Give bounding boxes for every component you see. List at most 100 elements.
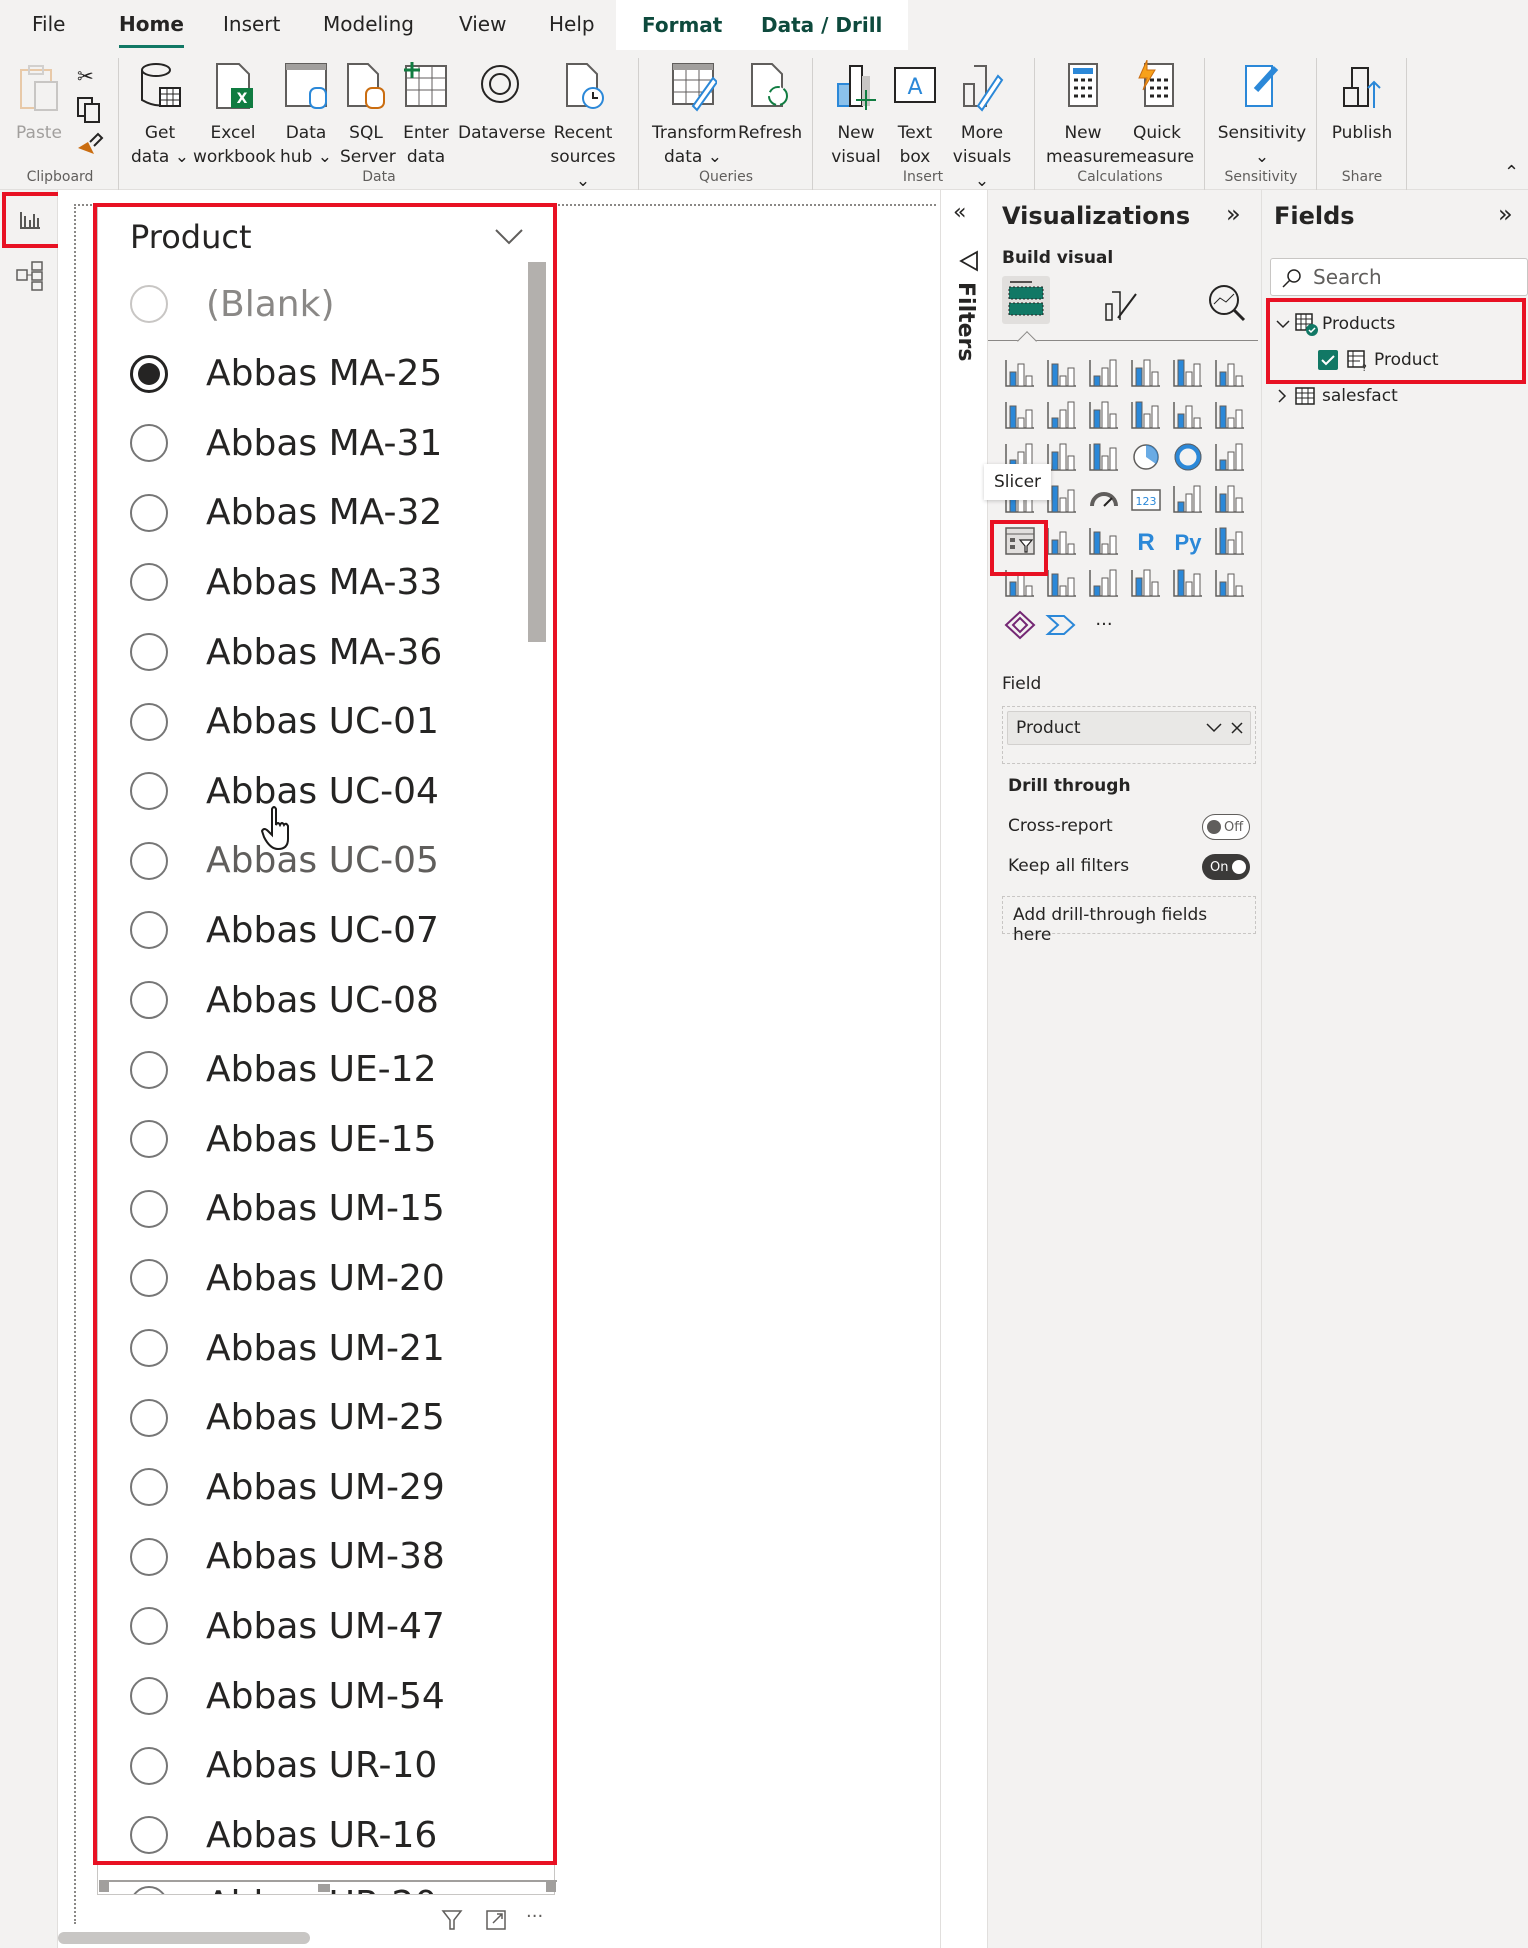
slicer-item[interactable]: Abbas UR-20 xyxy=(130,1875,437,1894)
data-hub-button[interactable]: Data hub ⌄ xyxy=(280,60,332,169)
tab-view[interactable]: View xyxy=(459,12,506,36)
tab-modeling[interactable]: Modeling xyxy=(323,12,414,36)
format-painter-icon[interactable] xyxy=(74,130,104,158)
line-and-clustered-column-chart-icon[interactable] xyxy=(1170,398,1206,432)
divider xyxy=(812,58,813,190)
power-automate-icon[interactable] xyxy=(1044,608,1080,642)
tab-format[interactable]: Format xyxy=(616,0,749,50)
filter-icon[interactable] xyxy=(440,1908,464,1932)
paste-icon xyxy=(20,65,58,111)
sql-server-button[interactable]: SQL Server xyxy=(340,60,396,169)
text-box-icon: A xyxy=(894,67,936,103)
collapse-visualizations-icon[interactable]: » xyxy=(1226,200,1241,228)
chevron-down-icon[interactable] xyxy=(1206,722,1222,734)
new-measure-button[interactable]: New measure xyxy=(1046,60,1120,169)
resize-handle[interactable] xyxy=(546,1880,556,1892)
transform-data-button[interactable]: Transform data ⌄ xyxy=(652,60,737,169)
text-box-button[interactable]: A Text box xyxy=(890,60,940,169)
ribbon-tabs: File Home Insert Modeling View Help Form… xyxy=(0,0,1528,50)
more-options-icon[interactable]: ··· xyxy=(526,1906,543,1927)
resize-handle[interactable] xyxy=(318,1884,330,1892)
collapse-ribbon-icon[interactable]: ⌃ xyxy=(1504,162,1519,183)
kpi-icon[interactable] xyxy=(1212,482,1248,516)
keep-all-filters-toggle[interactable]: On xyxy=(1202,854,1250,880)
copy-icon[interactable] xyxy=(76,96,102,124)
clustered-bar-chart-icon[interactable] xyxy=(1086,356,1122,390)
stacked-area-chart-icon[interactable] xyxy=(1086,398,1122,432)
matrix-icon[interactable] xyxy=(1086,524,1122,558)
chevron-down-icon[interactable] xyxy=(1276,318,1290,330)
refresh-button[interactable]: Refresh xyxy=(738,60,802,145)
scatter-chart-icon[interactable] xyxy=(1086,440,1122,474)
dataverse-button[interactable]: Dataverse xyxy=(458,60,545,145)
radio-button[interactable] xyxy=(130,1885,168,1894)
fields-search-input[interactable]: Search xyxy=(1270,258,1528,296)
stacked-bar-chart-icon[interactable] xyxy=(1002,356,1038,390)
line-chart-icon[interactable] xyxy=(1002,398,1038,432)
azure-map-icon[interactable] xyxy=(1212,566,1248,600)
tab-home[interactable]: Home xyxy=(119,12,184,48)
divider xyxy=(1204,58,1205,190)
cut-icon[interactable]: ✂ xyxy=(77,64,94,88)
ribbon-chart-icon[interactable] xyxy=(1212,398,1248,432)
tab-file[interactable]: File xyxy=(32,12,65,36)
qa-visual-icon[interactable] xyxy=(1044,566,1080,600)
line-and-stacked-column-chart-icon[interactable] xyxy=(1128,398,1164,432)
enter-data-button[interactable]: Enter data xyxy=(400,60,452,169)
excel-workbook-button[interactable]: X Excel workbook xyxy=(193,60,276,169)
tab-data-drill[interactable]: Data / Drill xyxy=(735,0,909,50)
new-visual-button[interactable]: New visual xyxy=(826,60,886,169)
pie-chart-icon[interactable] xyxy=(1128,440,1164,474)
field-pill[interactable]: Product xyxy=(1007,711,1251,745)
100-stacked-bar-chart-icon[interactable] xyxy=(1170,356,1206,390)
table-salesfact[interactable]: salesfact xyxy=(1272,382,1522,412)
analytics-icon[interactable] xyxy=(1206,282,1246,324)
format-visual-icon[interactable] xyxy=(1102,282,1142,324)
power-apps-icon[interactable] xyxy=(1002,608,1038,642)
model-view-button[interactable] xyxy=(8,254,52,298)
get-data-button[interactable]: Get data ⌄ xyxy=(130,60,190,169)
multi-row-card-icon[interactable] xyxy=(1170,482,1206,516)
expand-filters-icon[interactable]: « xyxy=(953,200,966,225)
sensitivity-button[interactable]: Sensitivity ⌄ xyxy=(1214,60,1310,169)
collapse-fields-icon[interactable]: » xyxy=(1498,200,1513,228)
treemap-icon[interactable] xyxy=(1212,440,1248,474)
chevron-right-icon[interactable] xyxy=(1276,389,1288,403)
resize-handle[interactable] xyxy=(99,1880,109,1892)
stacked-column-chart-icon[interactable] xyxy=(1044,356,1080,390)
table-icon[interactable] xyxy=(1044,524,1080,558)
field-product[interactable]: ? Product xyxy=(1318,346,1518,376)
tab-help[interactable]: Help xyxy=(549,12,595,36)
cross-report-toggle[interactable]: Off xyxy=(1202,814,1250,840)
drill-through-well[interactable]: Add drill-through fields here xyxy=(1002,896,1256,945)
paste-button[interactable]: Paste xyxy=(14,60,64,145)
group-label-data: Data xyxy=(362,169,396,185)
quick-measure-button[interactable]: Quick measure xyxy=(1120,59,1194,169)
donut-chart-icon[interactable] xyxy=(1170,440,1206,474)
focus-mode-icon[interactable] xyxy=(484,1908,508,1932)
horizontal-scrollbar[interactable] xyxy=(58,1932,310,1944)
paginated-report-icon[interactable] xyxy=(1170,566,1206,600)
tab-insert[interactable]: Insert xyxy=(223,12,280,36)
card-icon[interactable]: 123 xyxy=(1128,482,1164,516)
svg-text:?: ? xyxy=(1362,364,1367,373)
publish-button[interactable]: Publish xyxy=(1326,60,1398,145)
fields-tab-button[interactable] xyxy=(1002,276,1050,324)
metrics-icon[interactable] xyxy=(1128,566,1164,600)
gauge-icon[interactable] xyxy=(1086,482,1122,516)
field-well[interactable]: Product xyxy=(1002,706,1256,764)
more-visuals-icon[interactable]: ··· xyxy=(1086,608,1122,642)
100-stacked-column-chart-icon[interactable] xyxy=(1212,356,1248,390)
product-checkbox[interactable] xyxy=(1318,350,1338,370)
filters-label[interactable]: Filters xyxy=(953,282,978,362)
r-script-visual-icon[interactable]: R xyxy=(1128,524,1164,558)
smart-narrative-icon[interactable] xyxy=(1086,566,1122,600)
key-influencers-icon[interactable] xyxy=(1212,524,1248,558)
python-visual-icon[interactable]: Py xyxy=(1170,524,1206,558)
table-products[interactable]: Products xyxy=(1272,310,1522,340)
filters-pane-collapsed[interactable]: « Filters xyxy=(940,190,988,1948)
area-chart-icon[interactable] xyxy=(1044,398,1080,432)
model-view-icon xyxy=(16,261,43,291)
remove-field-icon[interactable] xyxy=(1230,721,1244,735)
clustered-column-chart-icon[interactable] xyxy=(1128,356,1164,390)
